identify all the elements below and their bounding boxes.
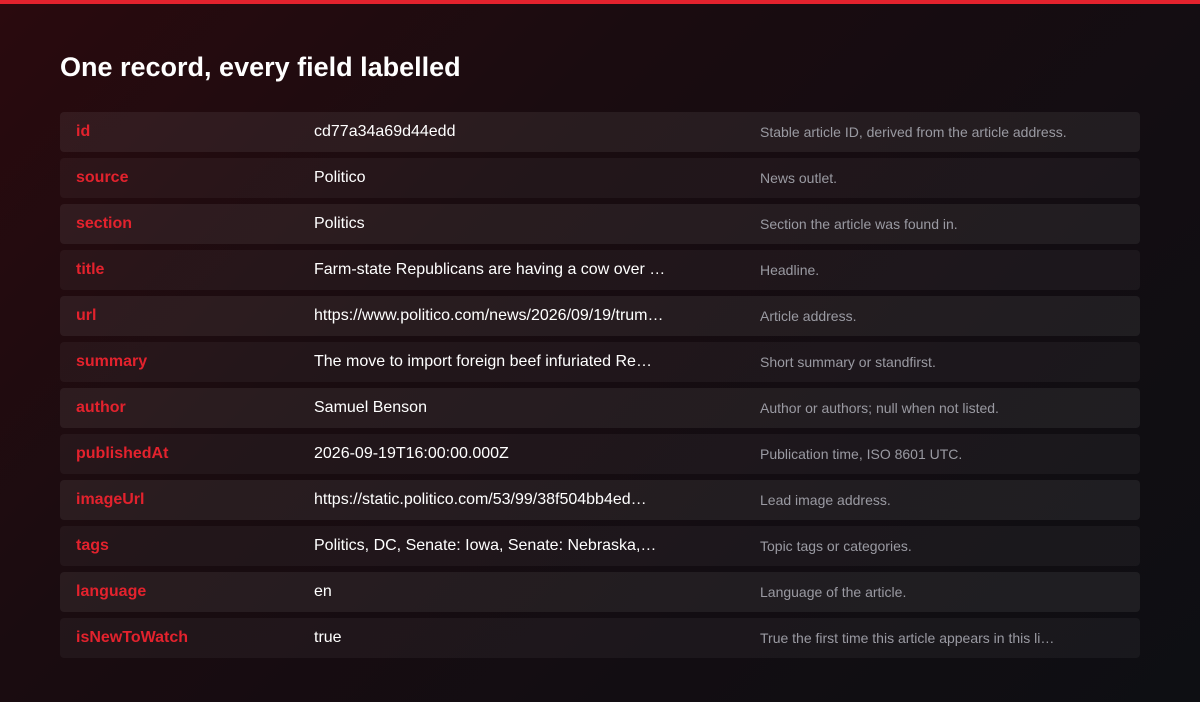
field-value: true bbox=[314, 629, 342, 646]
field-row-isnewtowatch: isNewToWatch true True the first time th… bbox=[60, 618, 1140, 658]
field-value: cd77a34a69d44edd bbox=[314, 123, 456, 140]
field-row-title: title Farm-state Republicans are having … bbox=[60, 250, 1140, 290]
field-value: Politics, DC, Senate: Iowa, Senate: Nebr… bbox=[314, 537, 657, 554]
field-value: The move to import foreign beef infuriat… bbox=[314, 353, 652, 370]
field-description: Article address. bbox=[760, 308, 857, 324]
field-description: Stable article ID, derived from the arti… bbox=[760, 124, 1067, 140]
field-name: title bbox=[76, 261, 105, 278]
field-name: tags bbox=[76, 537, 109, 554]
field-row-author: author Samuel Benson Author or authors; … bbox=[60, 388, 1140, 428]
field-name: language bbox=[76, 583, 147, 600]
field-row-id: id cd77a34a69d44edd Stable article ID, d… bbox=[60, 112, 1140, 152]
field-description: Lead image address. bbox=[760, 492, 891, 508]
field-name: source bbox=[76, 169, 129, 186]
field-description: News outlet. bbox=[760, 170, 838, 186]
field-row-source: source Politico News outlet. bbox=[60, 158, 1140, 198]
accent-top-bar bbox=[0, 0, 1200, 4]
field-description: Section the article was found in. bbox=[760, 216, 958, 232]
field-name: publishedAt bbox=[76, 445, 169, 462]
field-name: id bbox=[76, 123, 91, 140]
field-value: Farm-state Republicans are having a cow … bbox=[314, 261, 666, 278]
field-description: Topic tags or categories. bbox=[760, 538, 912, 554]
field-name: isNewToWatch bbox=[76, 629, 189, 646]
field-value: Samuel Benson bbox=[314, 399, 427, 416]
field-row-language: language en Language of the article. bbox=[60, 572, 1140, 612]
field-row-summary: summary The move to import foreign beef … bbox=[60, 342, 1140, 382]
field-name: summary bbox=[76, 353, 148, 370]
field-row-url: url https://www.politico.com/news/2026/0… bbox=[60, 296, 1140, 336]
field-name: author bbox=[76, 399, 126, 416]
field-name: url bbox=[76, 307, 97, 324]
field-description: Publication time, ISO 8601 UTC. bbox=[760, 446, 963, 462]
field-description: True the first time this article appears… bbox=[760, 630, 1055, 646]
field-row-section: section Politics Section the article was… bbox=[60, 204, 1140, 244]
field-description: Language of the article. bbox=[760, 584, 907, 600]
field-value: https://static.politico.com/53/99/38f504… bbox=[314, 491, 647, 508]
field-row-publishedat: publishedAt 2026-09-19T16:00:00.000Z Pub… bbox=[60, 434, 1140, 474]
page-title: One record, every field labelled bbox=[60, 52, 461, 82]
field-name: imageUrl bbox=[76, 491, 145, 508]
field-row-tags: tags Politics, DC, Senate: Iowa, Senate:… bbox=[60, 526, 1140, 566]
field-value: 2026-09-19T16:00:00.000Z bbox=[314, 445, 509, 462]
field-value: en bbox=[314, 583, 332, 600]
field-table: id cd77a34a69d44edd Stable article ID, d… bbox=[60, 112, 1140, 664]
field-name: section bbox=[76, 215, 133, 232]
field-value: Politico bbox=[314, 169, 366, 186]
field-description: Short summary or standfirst. bbox=[760, 354, 936, 370]
field-value: Politics bbox=[314, 215, 365, 232]
field-description: Author or authors; null when not listed. bbox=[760, 400, 999, 416]
field-value: https://www.politico.com/news/2026/09/19… bbox=[314, 307, 664, 324]
field-row-imageurl: imageUrl https://static.politico.com/53/… bbox=[60, 480, 1140, 520]
field-description: Headline. bbox=[760, 262, 820, 278]
